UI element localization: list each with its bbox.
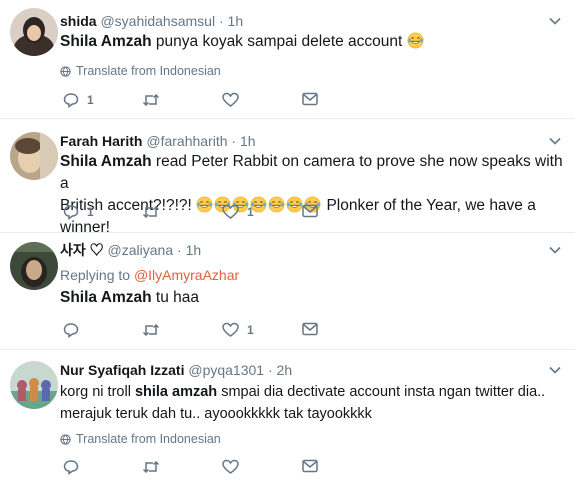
avatar[interactable] bbox=[10, 132, 58, 180]
like-button[interactable] bbox=[222, 459, 247, 475]
mention[interactable]: Shila Amzah bbox=[60, 33, 152, 50]
user-handle[interactable]: @farahharith bbox=[146, 133, 227, 149]
reply-button[interactable] bbox=[63, 322, 87, 338]
tweet-4[interactable]: Nur Syafiqah Izzati @pyqa1301 · 2h korg … bbox=[0, 351, 575, 486]
message-button[interactable] bbox=[302, 92, 318, 106]
tweet-header: shida @syahidahsamsul · 1h bbox=[60, 12, 243, 30]
replying-prefix: Replying to bbox=[60, 267, 131, 283]
reply-icon bbox=[63, 93, 79, 108]
heart-icon bbox=[222, 92, 239, 107]
user-handle[interactable]: @pyqa1301 bbox=[188, 362, 264, 378]
reply-count: 1 bbox=[87, 205, 94, 219]
tweet-text: Shila Amzah tu haa bbox=[60, 287, 565, 309]
tweet-1[interactable]: shida @syahidahsamsul · 1h Shila Amzah p… bbox=[0, 0, 575, 119]
retweet-button[interactable] bbox=[142, 92, 160, 108]
like-button[interactable]: 1 bbox=[222, 204, 254, 220]
retweet-icon bbox=[142, 205, 160, 219]
tweet-2[interactable]: Farah Harith @farahharith · 1h Shila Amz… bbox=[0, 120, 575, 236]
retweet-icon bbox=[142, 323, 160, 337]
laughing-emoji bbox=[407, 32, 425, 50]
separator: · bbox=[267, 362, 273, 378]
separator: · bbox=[231, 133, 237, 149]
translate-link[interactable]: Translate from Indonesian bbox=[60, 431, 221, 447]
retweet-icon bbox=[142, 460, 160, 474]
heart-icon bbox=[222, 459, 239, 474]
display-name[interactable]: Farah Harith bbox=[60, 133, 142, 149]
reply-button[interactable] bbox=[63, 459, 87, 475]
like-button[interactable] bbox=[222, 92, 247, 108]
avatar[interactable] bbox=[10, 361, 58, 409]
display-name[interactable]: shida bbox=[60, 13, 97, 29]
tweet-3[interactable]: 사자 ♡ @zaliyana · 1h Replying to @IlyAmyr… bbox=[0, 234, 575, 350]
heart-icon bbox=[222, 204, 239, 219]
laughing-emoji bbox=[196, 196, 214, 214]
replying-handle-link[interactable]: @IlyAmyraAzhar bbox=[134, 267, 239, 283]
heart-icon bbox=[222, 322, 239, 337]
translate-link[interactable]: Translate from Indonesian bbox=[60, 63, 221, 79]
timestamp[interactable]: 1h bbox=[240, 133, 256, 149]
chevron-down-icon[interactable] bbox=[549, 135, 561, 147]
retweet-icon bbox=[142, 93, 160, 107]
retweet-button[interactable] bbox=[142, 459, 160, 475]
reply-icon bbox=[63, 205, 79, 220]
reply-button[interactable]: 1 bbox=[63, 92, 94, 108]
reply-count: 1 bbox=[87, 93, 94, 107]
chevron-down-icon[interactable] bbox=[549, 15, 561, 27]
reply-icon bbox=[63, 323, 79, 338]
mention[interactable]: Shila Amzah bbox=[60, 153, 152, 170]
reply-button[interactable]: 1 bbox=[63, 204, 94, 220]
avatar[interactable] bbox=[10, 8, 58, 56]
message-button[interactable] bbox=[302, 322, 318, 336]
tweet-body-line-2: merajuk teruk dah tu.. ayoookkkkk tak ta… bbox=[60, 406, 372, 422]
display-name[interactable]: 사자 ♡ bbox=[60, 242, 104, 258]
mention[interactable]: Shila Amzah bbox=[60, 289, 152, 306]
like-button[interactable]: 1 bbox=[222, 322, 254, 338]
tweet-body: tu haa bbox=[155, 289, 200, 306]
retweet-button[interactable] bbox=[142, 204, 160, 220]
timestamp[interactable]: 1h bbox=[186, 242, 202, 258]
tweet-header: 사자 ♡ @zaliyana · 1h bbox=[60, 241, 201, 259]
separator: · bbox=[218, 13, 224, 29]
user-handle[interactable]: @zaliyana bbox=[108, 242, 174, 258]
avatar[interactable] bbox=[10, 242, 58, 290]
reply-icon bbox=[63, 460, 79, 475]
display-name[interactable]: Nur Syafiqah Izzati bbox=[60, 362, 184, 378]
like-count: 1 bbox=[247, 323, 254, 337]
mention[interactable]: shila amzah bbox=[135, 384, 217, 400]
message-button[interactable] bbox=[302, 459, 318, 473]
chevron-down-icon[interactable] bbox=[549, 364, 561, 376]
translate-label: Translate from Indonesian bbox=[76, 64, 221, 78]
tweet-body-line-1b: smpai dia dectivate account insta ngan t… bbox=[221, 384, 546, 400]
envelope-icon bbox=[302, 322, 318, 336]
retweet-button[interactable] bbox=[142, 322, 160, 338]
replying-to: Replying to @IlyAmyraAzhar bbox=[60, 266, 239, 284]
like-count: 1 bbox=[247, 205, 254, 219]
tweet-text: Shila Amzah read Peter Rabbit on camera … bbox=[60, 151, 565, 239]
tweet-text: korg ni troll shila amzah smpai dia dect… bbox=[60, 381, 565, 425]
tweet-header: Nur Syafiqah Izzati @pyqa1301 · 2h bbox=[60, 361, 292, 379]
tweet-body-line-1a: korg ni troll bbox=[60, 384, 131, 400]
message-button[interactable] bbox=[302, 204, 318, 218]
separator: · bbox=[177, 242, 182, 258]
globe-icon bbox=[60, 433, 71, 445]
timestamp[interactable]: 1h bbox=[228, 13, 244, 29]
user-handle[interactable]: @syahidahsamsul bbox=[100, 13, 215, 29]
envelope-icon bbox=[302, 204, 318, 218]
envelope-icon bbox=[302, 92, 318, 106]
globe-icon bbox=[60, 65, 71, 77]
tweet-text: Shila Amzah punya koyak sampai delete ac… bbox=[60, 31, 565, 53]
tweet-body: punya koyak sampai delete account bbox=[155, 33, 403, 50]
tweet-header: Farah Harith @farahharith · 1h bbox=[60, 132, 256, 150]
laughing-emoji bbox=[268, 196, 286, 214]
translate-label: Translate from Indonesian bbox=[76, 432, 221, 446]
timestamp[interactable]: 2h bbox=[277, 362, 293, 378]
chevron-down-icon[interactable] bbox=[549, 244, 561, 256]
envelope-icon bbox=[302, 459, 318, 473]
